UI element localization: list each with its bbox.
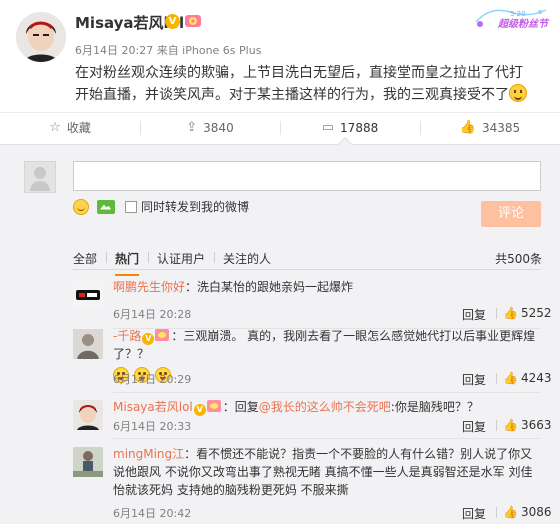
tab-all[interactable]: 全部 xyxy=(73,250,106,267)
thumb-up-icon: 👍 xyxy=(503,418,518,432)
thumb-up-icon: 👍 xyxy=(503,371,518,385)
comment-time: 6月14日 20:28 xyxy=(113,308,192,321)
comment-content: ：三观崩溃。 真的，我刚去看了一眼怎么感觉她代打以后事业更辉煌了？？ xyxy=(113,329,536,361)
tabs-divider xyxy=(73,269,541,270)
member-badge-icon xyxy=(184,13,202,29)
comment-like-count: 5252 xyxy=(520,306,552,320)
submit-comment-button[interactable]: 评论 xyxy=(481,201,541,227)
thumb-up-icon: 👍 xyxy=(503,306,518,320)
comment-text: Misaya若风lol V ：回复@我长的这么帅不会死吧:你是脑残吧？？ xyxy=(113,398,541,416)
comment-divider xyxy=(113,438,541,439)
fan-festival-label: 超级粉丝节 xyxy=(498,19,548,30)
favorite-label: 收藏 xyxy=(66,121,91,135)
tab-following[interactable]: 关注的人 xyxy=(214,250,280,267)
comment-like-count: 3086 xyxy=(520,505,552,519)
commenter-avatar[interactable] xyxy=(73,280,103,310)
commenter-name[interactable]: 啊鹏先生你好 xyxy=(113,280,185,294)
comment-button[interactable]: ▭ 17888 xyxy=(280,113,420,142)
like-count: 34385 xyxy=(482,120,521,135)
reply-button[interactable]: 回复 xyxy=(462,418,486,435)
like-button[interactable]: 👍 34385 xyxy=(420,113,560,142)
tab-verified-users[interactable]: 认证用户 xyxy=(148,250,214,267)
member-badge-icon xyxy=(206,400,221,412)
repost-count: 3840 xyxy=(203,120,234,135)
mention-link[interactable]: @我长的这么帅不会死吧 xyxy=(259,400,391,414)
commenter-name[interactable]: mingMing江 xyxy=(113,447,184,461)
star-icon: ☆ xyxy=(49,120,61,135)
comment-content: ：回复 xyxy=(222,400,259,414)
smile-emoji-icon xyxy=(509,84,527,102)
reply-button[interactable]: 回复 xyxy=(462,505,486,522)
post-action-bar: ☆ 收藏 ⇪ 3840 ▭ 17888 👍 34385 xyxy=(0,112,560,142)
post-text-body: 在对粉丝观众连续的欺骗，上节目洗白无望后，直接堂而皇之拉出了代打开始直播，并谈笑… xyxy=(75,65,523,103)
comment-count: 17888 xyxy=(340,120,379,135)
commenter-name[interactable]: -千路 xyxy=(113,329,141,343)
author-avatar[interactable] xyxy=(16,12,66,62)
comment-like-count: 3663 xyxy=(520,418,552,432)
commenter-avatar[interactable] xyxy=(73,447,103,477)
comment-text: 啊鹏先生你好：洗白某怡的跟她亲妈一起爆炸 xyxy=(113,278,541,296)
comment-section: 同时转发到我的微博 评论 全部 热门 认证用户 关注的人 共500条 啊鹏先生你… xyxy=(0,144,560,524)
comment-time: 6月14日 20:33 xyxy=(113,420,192,433)
member-badge-icon xyxy=(155,329,170,341)
thumb-up-icon: 👍 xyxy=(503,505,518,519)
comment-time: 6月14日 20:29 xyxy=(113,373,192,386)
favorite-button[interactable]: ☆ 收藏 xyxy=(0,113,140,142)
repost-icon: ⇪ xyxy=(186,120,198,135)
reply-button[interactable]: 回复 xyxy=(462,306,486,323)
comment-total-count: 共500条 xyxy=(495,252,542,266)
comment-like-count: 4243 xyxy=(520,371,552,385)
comment-filter-tabs: 全部 热门 认证用户 关注的人 xyxy=(73,250,280,276)
comment-divider xyxy=(113,392,541,393)
comment-like-button[interactable]: 👍 5252 xyxy=(496,306,552,320)
comment-content-suffix: :你是脑残吧？？ xyxy=(390,400,479,414)
repost-button[interactable]: ⇪ 3840 xyxy=(140,113,280,142)
comment-icon: ▭ xyxy=(321,120,335,135)
thumb-up-icon: 👍 xyxy=(459,120,476,135)
commenter-avatar[interactable] xyxy=(73,329,103,359)
verified-badge-icon: V xyxy=(193,404,206,416)
verified-badge-icon: V xyxy=(142,333,155,345)
image-upload-icon[interactable] xyxy=(97,199,115,214)
tab-hot[interactable]: 热门 xyxy=(106,250,148,276)
commenter-name[interactable]: Misaya若风lol xyxy=(113,400,193,414)
post-meta: 6月14日 20:27 来自 iPhone 6s Plus xyxy=(75,44,262,57)
composer-tools: 同时转发到我的微博 xyxy=(73,198,249,215)
comment-text: mingMing江：看不惯还不能说？指责一个不要脸的人有什么错？别人说了你又说他… xyxy=(113,445,541,499)
verified-badge-icon: V xyxy=(165,14,180,29)
comment-input[interactable] xyxy=(73,161,541,191)
comment-like-button[interactable]: 👍 3086 xyxy=(496,505,552,519)
weibo-post: Misaya若风lol V 6月14日 20:27 来自 iPhone 6s P… xyxy=(0,0,560,110)
emoji-picker-icon[interactable] xyxy=(73,198,89,215)
comment-like-button[interactable]: 👍 4243 xyxy=(496,371,552,385)
commenter-avatar[interactable] xyxy=(73,400,103,430)
my-avatar xyxy=(24,161,56,193)
comment-content: ：洗白某怡的跟她亲妈一起爆炸 xyxy=(185,280,354,294)
forward-checkbox[interactable] xyxy=(125,200,137,213)
post-text: 在对粉丝观众连续的欺骗，上节目洗白无望后，直接堂而皇之拉出了代打开始直播，并谈笑… xyxy=(75,62,535,106)
comment-like-button[interactable]: 👍 3663 xyxy=(496,418,552,432)
comment-time: 6月14日 20:42 xyxy=(113,507,192,520)
forward-label: 同时转发到我的微博 xyxy=(141,200,250,214)
reply-button[interactable]: 回复 xyxy=(462,371,486,388)
